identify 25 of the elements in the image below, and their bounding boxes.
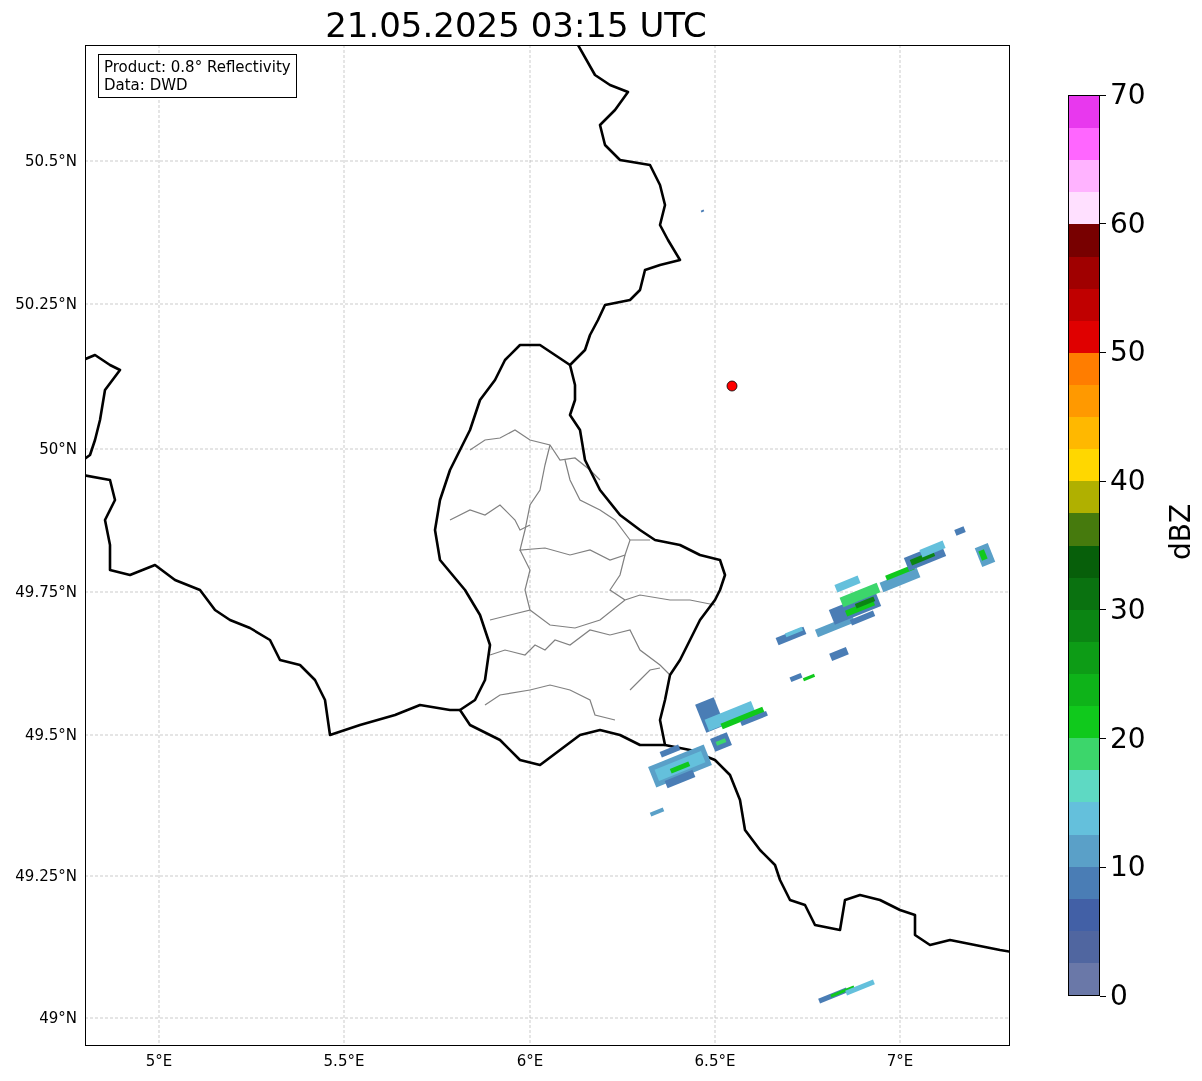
colorbar-tick-label: 0 <box>1110 982 1128 1010</box>
latitude-label: 50.25°N <box>15 295 77 313</box>
longitude-label: 6°E <box>516 1052 544 1070</box>
colorbar-tick-label: 70 <box>1110 81 1146 109</box>
colorbar-tick-label: 60 <box>1110 209 1146 238</box>
latitude-label: 49°N <box>39 1009 77 1027</box>
longitude-label: 7°E <box>886 1052 914 1070</box>
info-text: Data: DWD <box>104 76 189 94</box>
longitude-label: 5.5°E <box>323 1052 365 1070</box>
latitude-label: 49.5°N <box>24 726 77 744</box>
latitude-label: 49.75°N <box>15 583 77 601</box>
chart-title: 21.05.2025 03:15 UTC <box>325 4 707 47</box>
radar-site-marker <box>726 380 738 392</box>
colorbar-tick-label: 20 <box>1110 724 1146 753</box>
latitude-label: 50°N <box>39 440 77 458</box>
info-text: Product: 0.8° Reflectivity <box>104 58 291 76</box>
colorbar-tick-label: 10 <box>1110 853 1146 882</box>
longitude-label: 5°E <box>145 1052 173 1070</box>
colorbar-label: dBZ <box>1164 503 1197 560</box>
colorbar-tick-label: 40 <box>1110 467 1146 496</box>
latitude-label: 49.25°N <box>15 867 77 885</box>
colorbar-tick-label: 50 <box>1110 338 1146 367</box>
latitude-label: 50.5°N <box>24 152 77 170</box>
longitude-label: 6.5°E <box>694 1052 736 1070</box>
colorbar-tick-label: 30 <box>1110 595 1146 624</box>
